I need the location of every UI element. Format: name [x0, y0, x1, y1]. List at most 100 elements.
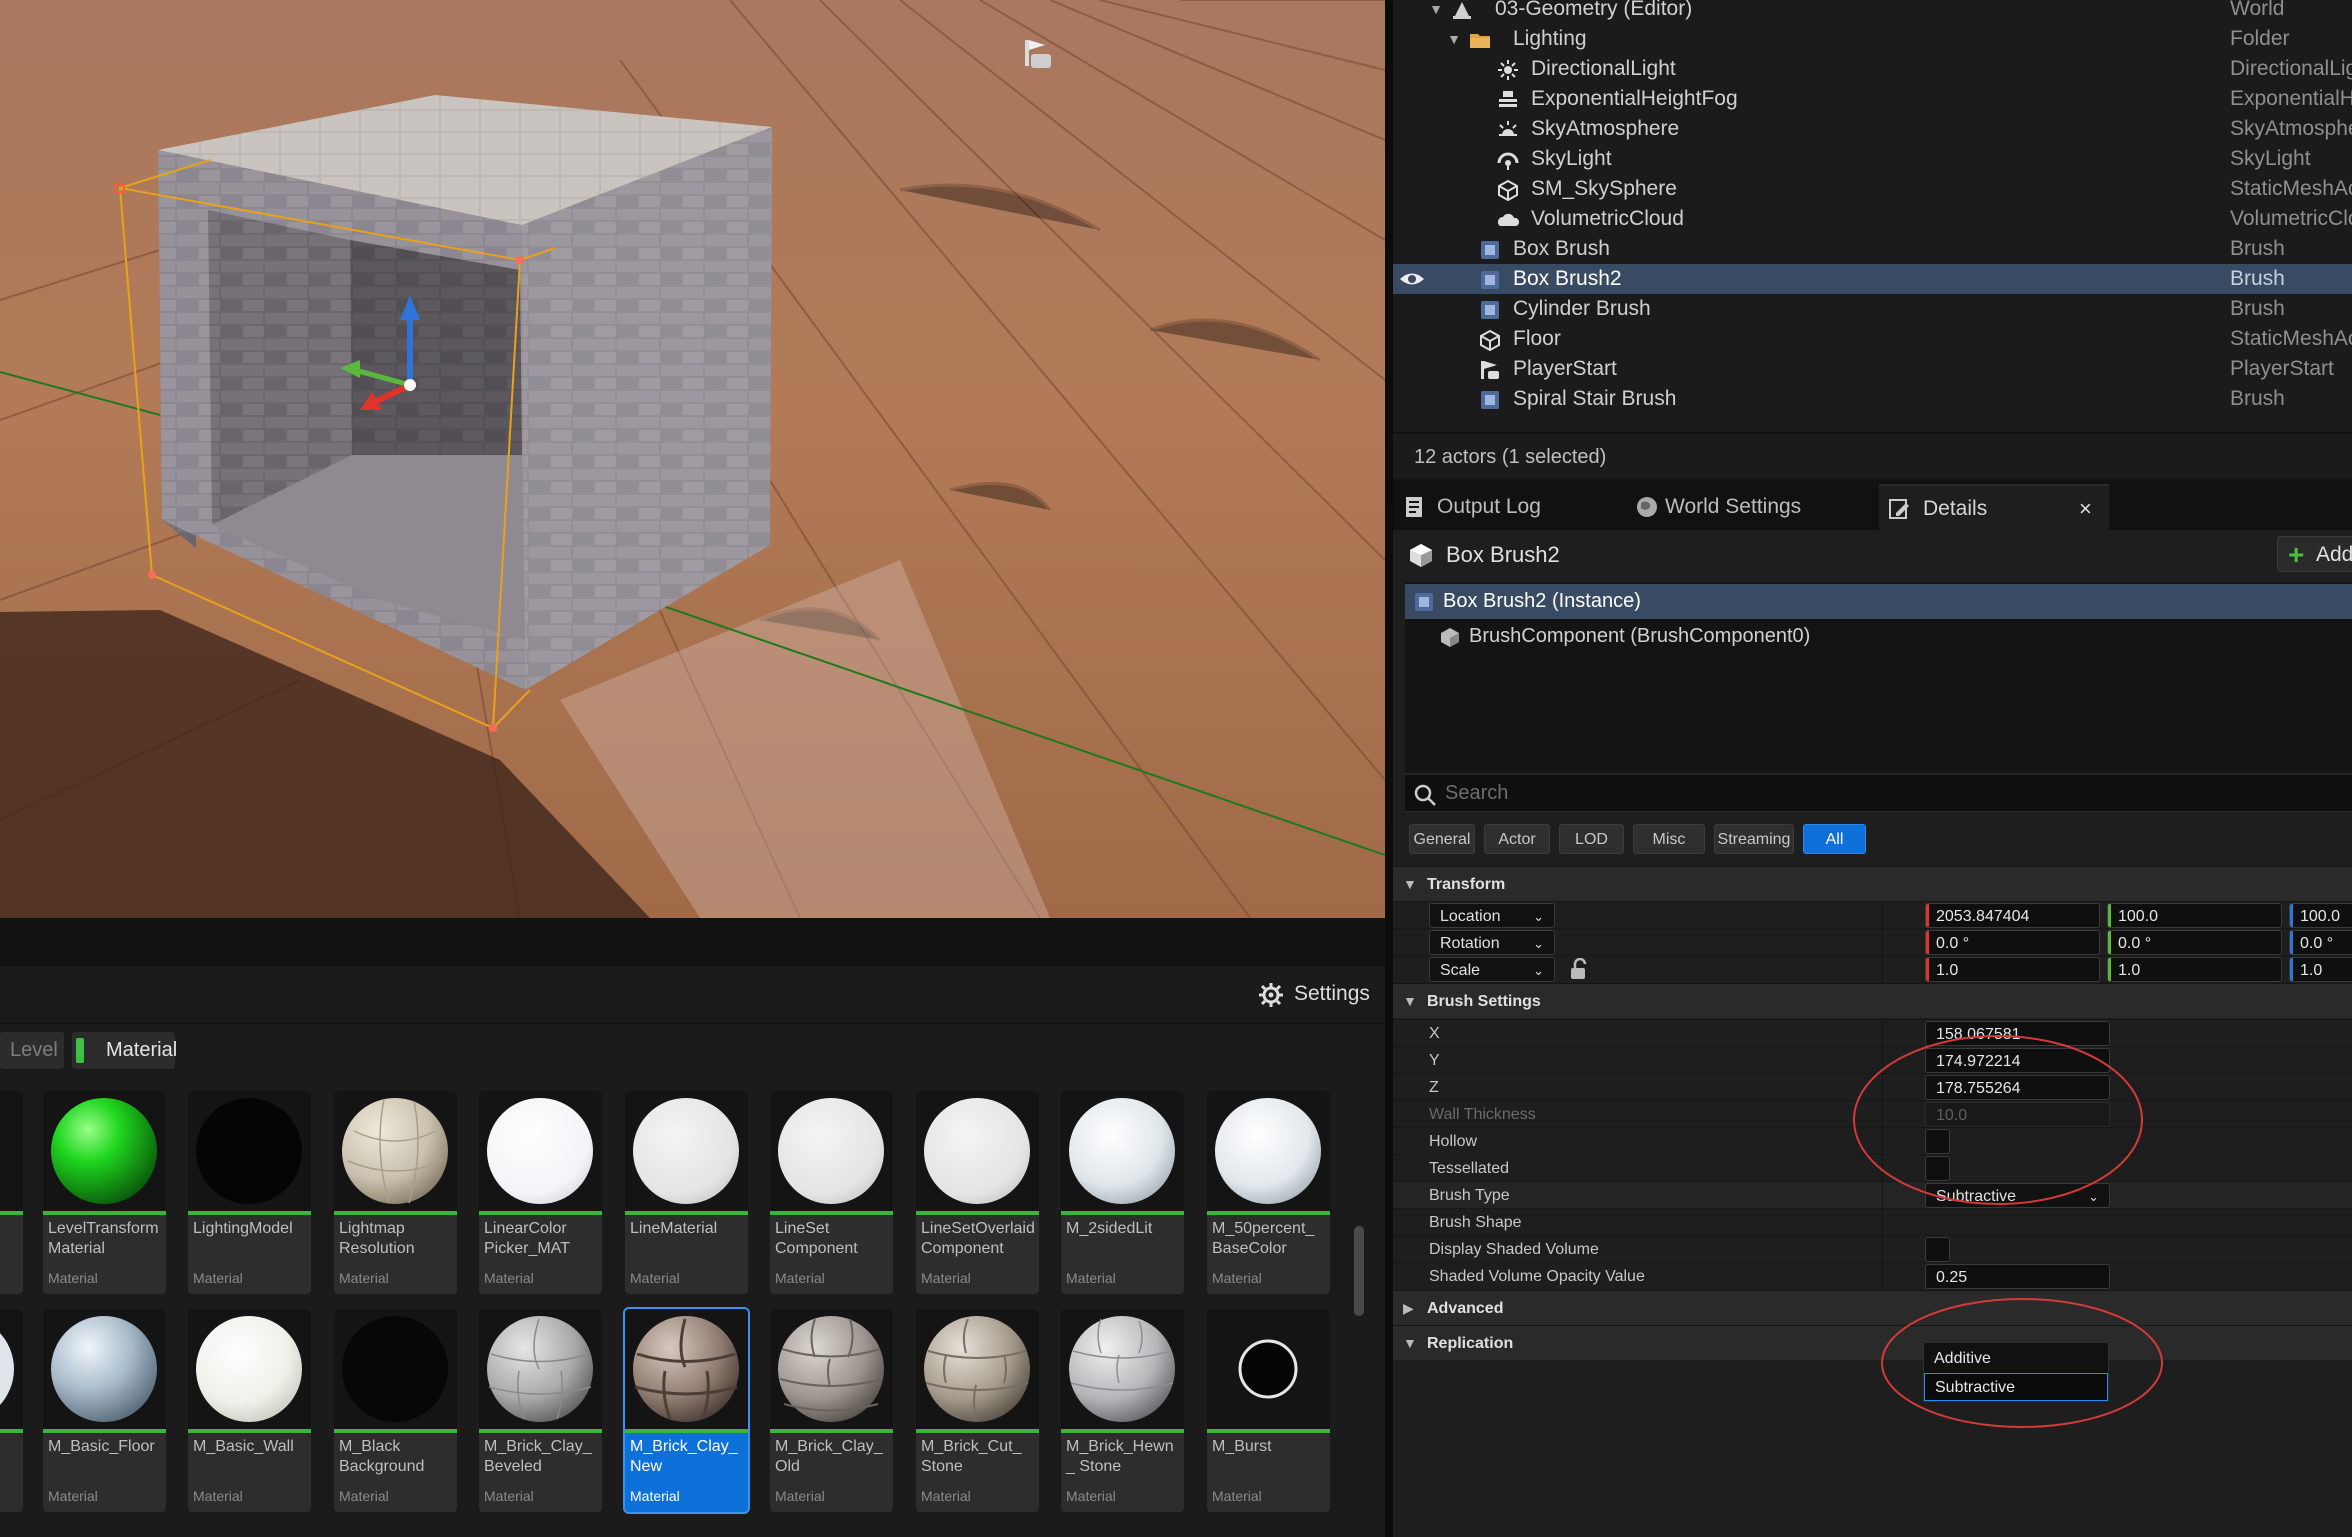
asset-tile-m-2sidedlit[interactable]: M_2sidedLit Material [1061, 1091, 1184, 1294]
asset-tile-m-brick-clay-new[interactable]: M_Brick_Clay_ New Material [625, 1309, 748, 1512]
property-tessellated: Tessellated [1393, 1154, 2352, 1182]
location-x-field[interactable]: 2053.847404 [1925, 903, 2100, 928]
tessellated-checkbox[interactable] [1925, 1156, 1950, 1181]
asset-tile-linearcolor-picker[interactable]: LinearColor Picker_MAT Material [479, 1091, 602, 1294]
hollow-checkbox[interactable] [1925, 1129, 1950, 1154]
scale-y-field[interactable]: 1.0 [2107, 957, 2282, 982]
asset-tile-m-basic-wall[interactable]: M_Basic_Wall Material [188, 1309, 311, 1512]
asset-grid-scrollbar-thumb[interactable] [1354, 1226, 1364, 1316]
scale-x-field[interactable]: 1.0 [1925, 957, 2100, 982]
settings-button[interactable]: Settings [1258, 976, 1370, 1012]
scale-mode-dropdown[interactable]: Scale ⌄ [1429, 957, 1555, 982]
outliner-row-sm-skysphere[interactable]: SM_SkySphere StaticMeshAc [1393, 174, 2352, 204]
outliner-row-sky-atmosphere[interactable]: SkyAtmosphere SkyAtmosphe [1393, 114, 2352, 144]
asset-tile-m-black-background[interactable]: M_Black Background Material [334, 1309, 457, 1512]
asset-tile-m-brick-clay-beveled[interactable]: M_Brick_Clay_ Beveled Material [479, 1309, 602, 1512]
outliner-item-type: VolumetricClo [2230, 207, 2352, 230]
outliner-row-volumetric-cloud[interactable]: VolumetricCloud VolumetricClo [1393, 204, 2352, 234]
asset-tile-linesetoverlaid-component[interactable]: LineSetOverlaid Component Material [916, 1091, 1039, 1294]
section-brush-settings[interactable]: ▼ Brush Settings [1393, 983, 2352, 1018]
asset-tile-m-brick-hewn-stone[interactable]: M_Brick_Hewn_ Stone Material [1061, 1309, 1184, 1512]
collapse-arrow-icon[interactable]: ▼ [1447, 24, 1461, 54]
rotation-mode-dropdown[interactable]: Rotation ⌄ [1429, 930, 1555, 955]
add-component-button[interactable]: + Add [2277, 536, 2352, 572]
property-location: Location ⌄ 2053.847404 100.0 100.0 [1393, 901, 2352, 929]
tab-world-settings[interactable]: World Settings [1621, 484, 1851, 530]
asset-tile-m-burst[interactable]: M_Burst Material [1207, 1309, 1330, 1512]
outliner-row-box-brush[interactable]: Box Brush Brush [1393, 234, 2352, 264]
viewport-scene[interactable] [0, 0, 1385, 918]
asset-tile[interactable] [0, 1309, 23, 1512]
asset-tile-lightingmodel[interactable]: LightingModel Material [188, 1091, 311, 1294]
location-y-field[interactable]: 100.0 [2107, 903, 2282, 928]
column-divider [1882, 1155, 1883, 1182]
brush-y-field[interactable]: 174.972214 [1925, 1048, 2110, 1073]
asset-tile-linematerial[interactable]: LineMaterial Material [625, 1091, 748, 1294]
level-viewport[interactable] [0, 0, 1385, 918]
column-divider [1882, 1047, 1883, 1074]
brush-type-dropdown[interactable]: Subtractive ⌄ [1925, 1183, 2110, 1208]
asset-tile-m-brick-cut-stone[interactable]: M_Brick_Cut_ Stone Material [916, 1309, 1039, 1512]
asset-type: Material [48, 1488, 98, 1504]
section-transform[interactable]: ▼ Transform [1393, 866, 2352, 901]
outliner-row-sky-light[interactable]: SkyLight SkyLight [1393, 144, 2352, 174]
collapse-arrow-icon[interactable]: ▼ [1429, 0, 1443, 24]
display-shaded-volume-checkbox[interactable] [1925, 1237, 1950, 1262]
location-mode-dropdown[interactable]: Location ⌄ [1429, 903, 1555, 928]
asset-thumbnail [0, 1091, 23, 1211]
option-additive[interactable]: Additive [1924, 1345, 2108, 1373]
filter-misc[interactable]: Misc [1633, 824, 1705, 854]
search-input[interactable] [1445, 775, 2335, 811]
details-panel: Box Brush2 + Add Box Brush2 (Instance) B… [1393, 530, 2352, 1537]
outliner-row-lighting-folder[interactable]: ▼ Lighting Folder [1393, 24, 2352, 54]
outliner-row-floor[interactable]: Floor StaticMeshAc [1393, 324, 2352, 354]
outliner-row-world[interactable]: ▼ 03-Geometry (Editor) World [1393, 0, 2352, 24]
section-advanced[interactable]: ▶ Advanced [1393, 1290, 2352, 1325]
panel-splitter[interactable] [1385, 0, 1393, 1537]
outliner-row-player-start[interactable]: PlayerStart PlayerStart [1393, 354, 2352, 384]
asset-tile-lineset-component[interactable]: LineSet Component Material [770, 1091, 893, 1294]
outliner-row-spiral-stair-brush[interactable]: Spiral Stair Brush Brush [1393, 384, 2352, 414]
outliner-item-name: SM_SkySphere [1531, 177, 1677, 200]
rotation-y-field[interactable]: 0.0 ° [2107, 930, 2282, 955]
section-replication[interactable]: ▼ Replication [1393, 1325, 2352, 1360]
filter-lod[interactable]: LOD [1559, 824, 1624, 854]
outliner-row-cylinder-brush[interactable]: Cylinder Brush Brush [1393, 294, 2352, 324]
asset-tile-lightmap-resolution[interactable]: Lightmap Resolution Material [334, 1091, 457, 1294]
filter-general[interactable]: General [1409, 824, 1475, 854]
rotation-z-field[interactable]: 0.0 ° [2289, 930, 2352, 955]
visibility-eye-icon[interactable] [1399, 268, 1425, 290]
scale-z-field[interactable]: 1.0 [2289, 957, 2352, 982]
outliner-row-exponential-height-fog[interactable]: ExponentialHeightFog ExponentialHe [1393, 84, 2352, 114]
location-z-field[interactable]: 100.0 [2289, 903, 2352, 928]
filter-chip-material[interactable]: Material [72, 1032, 177, 1069]
filter-all[interactable]: All [1803, 824, 1866, 854]
brush-z-field[interactable]: 178.755264 [1925, 1075, 2110, 1100]
unlock-icon[interactable] [1569, 958, 1589, 980]
asset-tile-leveltransform[interactable]: LevelTransform Material Material [43, 1091, 166, 1294]
component-instance-row[interactable]: Box Brush2 (Instance) [1405, 584, 2352, 619]
component-label: Box Brush2 (Instance) [1443, 590, 1641, 612]
close-icon[interactable]: × [2079, 486, 2092, 532]
tab-details[interactable]: Details × [1879, 484, 2109, 530]
asset-tile-m-basic-floor[interactable]: M_Basic_Floor Material [43, 1309, 166, 1512]
static-mesh-icon [1498, 179, 1518, 201]
tab-output-log[interactable]: Output Log [1393, 484, 1621, 530]
asset-tile[interactable] [0, 1091, 23, 1294]
asset-tile-m-50percent-basecolor[interactable]: M_50percent_ BaseColor Material [1207, 1091, 1330, 1294]
property-label: Wall Thickness [1429, 1106, 1536, 1123]
outliner-row-directional-light[interactable]: DirectionalLight DirectionalLig [1393, 54, 2352, 84]
option-subtractive[interactable]: Subtractive [1924, 1373, 2108, 1401]
component-brush-row[interactable]: BrushComponent (BrushComponent0) [1405, 619, 2352, 654]
opacity-field[interactable]: 0.25 [1925, 1264, 2110, 1289]
filter-streaming[interactable]: Streaming [1714, 824, 1794, 854]
filter-actor[interactable]: Actor [1484, 824, 1550, 854]
outliner-item-name: SkyAtmosphere [1531, 117, 1680, 140]
y-axis-marker [2108, 931, 2111, 954]
property-hollow: Hollow [1393, 1127, 2352, 1155]
rotation-x-field[interactable]: 0.0 ° [1925, 930, 2100, 955]
brush-x-field[interactable]: 158.067581 [1925, 1021, 2110, 1046]
filter-chip-level[interactable]: Level [0, 1032, 64, 1069]
outliner-row-box-brush2[interactable]: Box Brush2 Brush [1393, 264, 2352, 294]
asset-tile-m-brick-clay-old[interactable]: M_Brick_Clay_ Old Material [770, 1309, 893, 1512]
